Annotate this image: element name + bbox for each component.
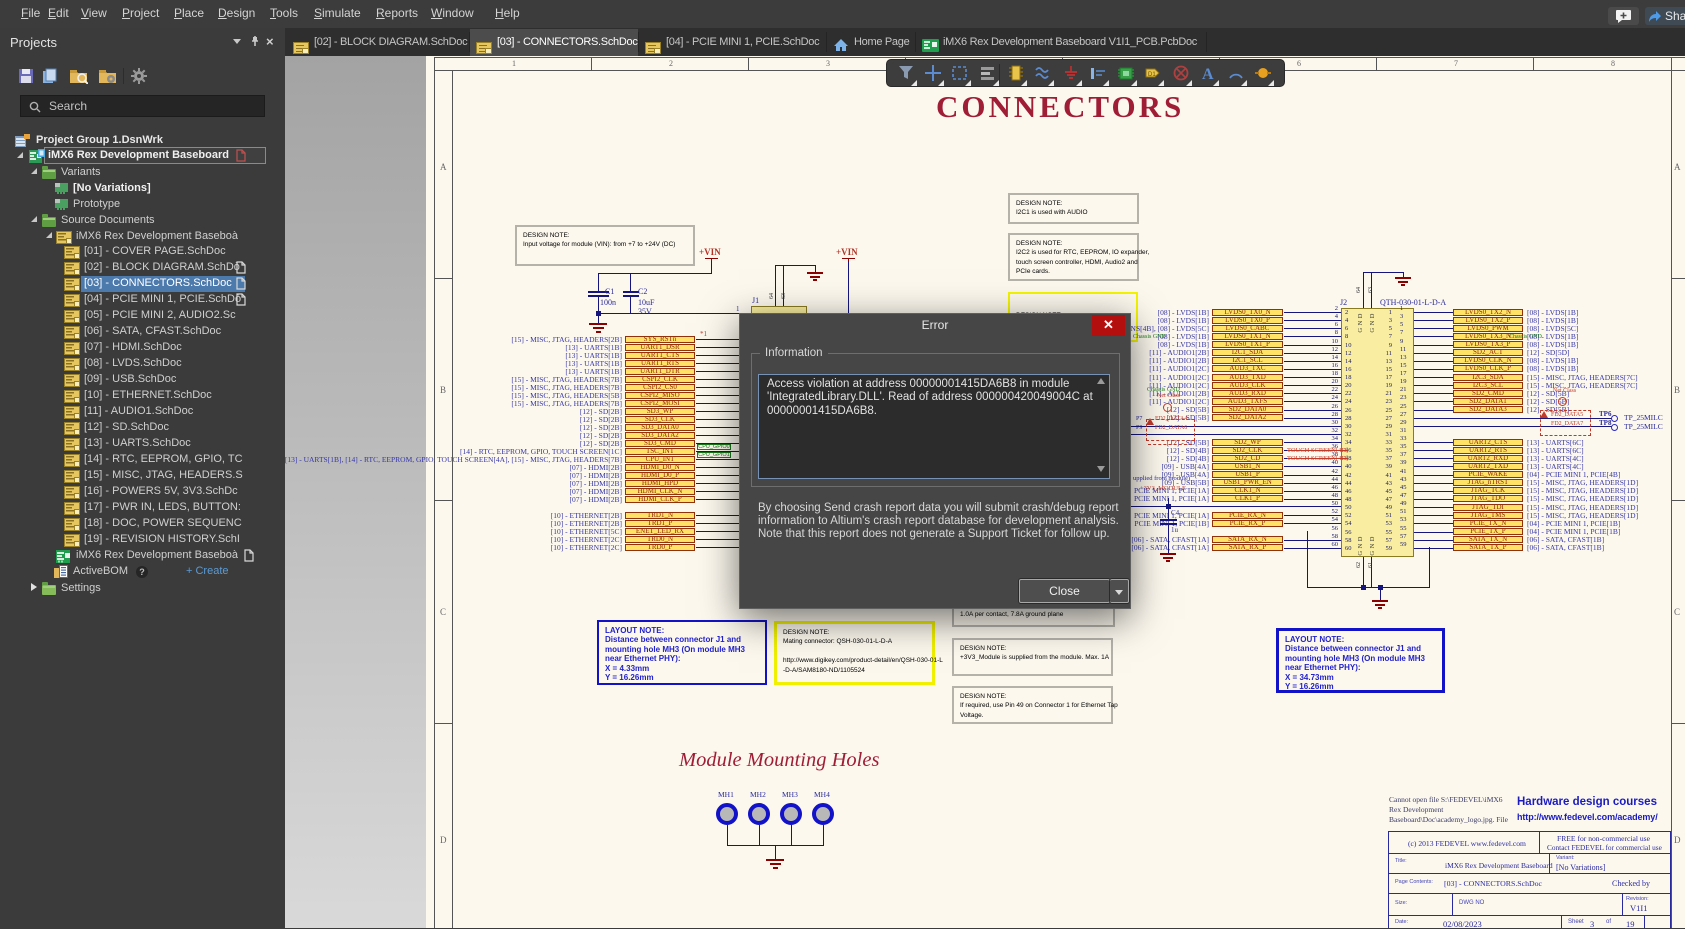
svg-text:D1: D1 (1148, 72, 1156, 78)
